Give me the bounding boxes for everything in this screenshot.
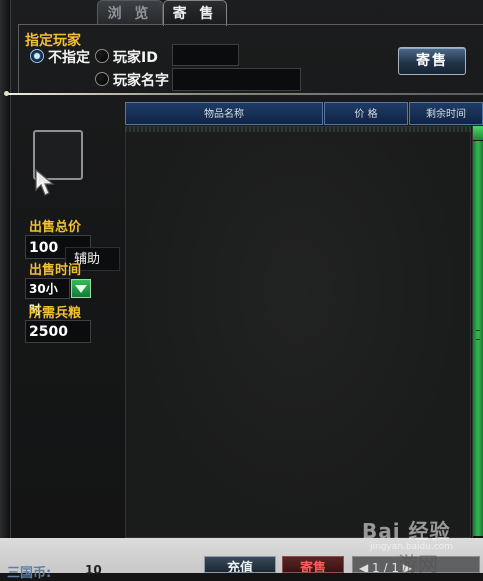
tab-browse[interactable]: 浏 览 xyxy=(97,0,163,25)
time-select[interactable]: 30小时 xyxy=(25,278,70,317)
left-rail xyxy=(0,0,11,573)
radio-player-id[interactable] xyxy=(95,49,109,63)
scrollbar-grip xyxy=(476,330,480,340)
grain-value: 2500 xyxy=(25,320,91,343)
price-label: 出售总价 xyxy=(29,220,82,235)
consignment-panel: 浏 览 寄 售 指定玩家 不指定 玩家ID 玩家名字 寄售 物品名称 价 格 剩… xyxy=(0,0,483,581)
radio-player-name[interactable] xyxy=(95,72,109,86)
radio-no-target-label: 不指定 xyxy=(48,50,90,66)
red-action-button[interactable]: 寄售 xyxy=(282,556,344,573)
currency-label: 三国币: xyxy=(7,566,52,581)
consign-button[interactable]: 寄售 xyxy=(398,47,466,75)
player-name-input[interactable] xyxy=(172,68,301,91)
player-id-input[interactable] xyxy=(172,44,239,66)
currency-value: 10 xyxy=(85,563,102,577)
pointer-cursor-icon xyxy=(35,168,55,196)
chevron-down-icon[interactable] xyxy=(71,279,91,298)
radio-player-name-label: 玩家名字 xyxy=(113,73,169,89)
recharge-button[interactable]: 充值 xyxy=(204,556,276,573)
radio-player-id-label: 玩家ID xyxy=(113,50,158,66)
column-price[interactable]: 价 格 xyxy=(324,102,408,125)
scroll-up-arrow[interactable] xyxy=(473,126,483,140)
divider-dot xyxy=(4,91,9,96)
column-time-left[interactable]: 剩余时间 xyxy=(409,102,483,125)
radio-no-target[interactable] xyxy=(30,49,44,63)
item-list[interactable] xyxy=(125,126,471,538)
time-label: 出售时间 xyxy=(29,263,82,278)
divider-line xyxy=(8,93,483,95)
item-list-edge xyxy=(125,127,471,132)
tab-consign[interactable]: 寄 售 xyxy=(163,0,227,26)
watermark-logo: Bai 经验 xyxy=(362,519,451,543)
column-item-name[interactable]: 物品名称 xyxy=(125,102,323,125)
grain-label: 所需兵粮 xyxy=(29,306,82,321)
